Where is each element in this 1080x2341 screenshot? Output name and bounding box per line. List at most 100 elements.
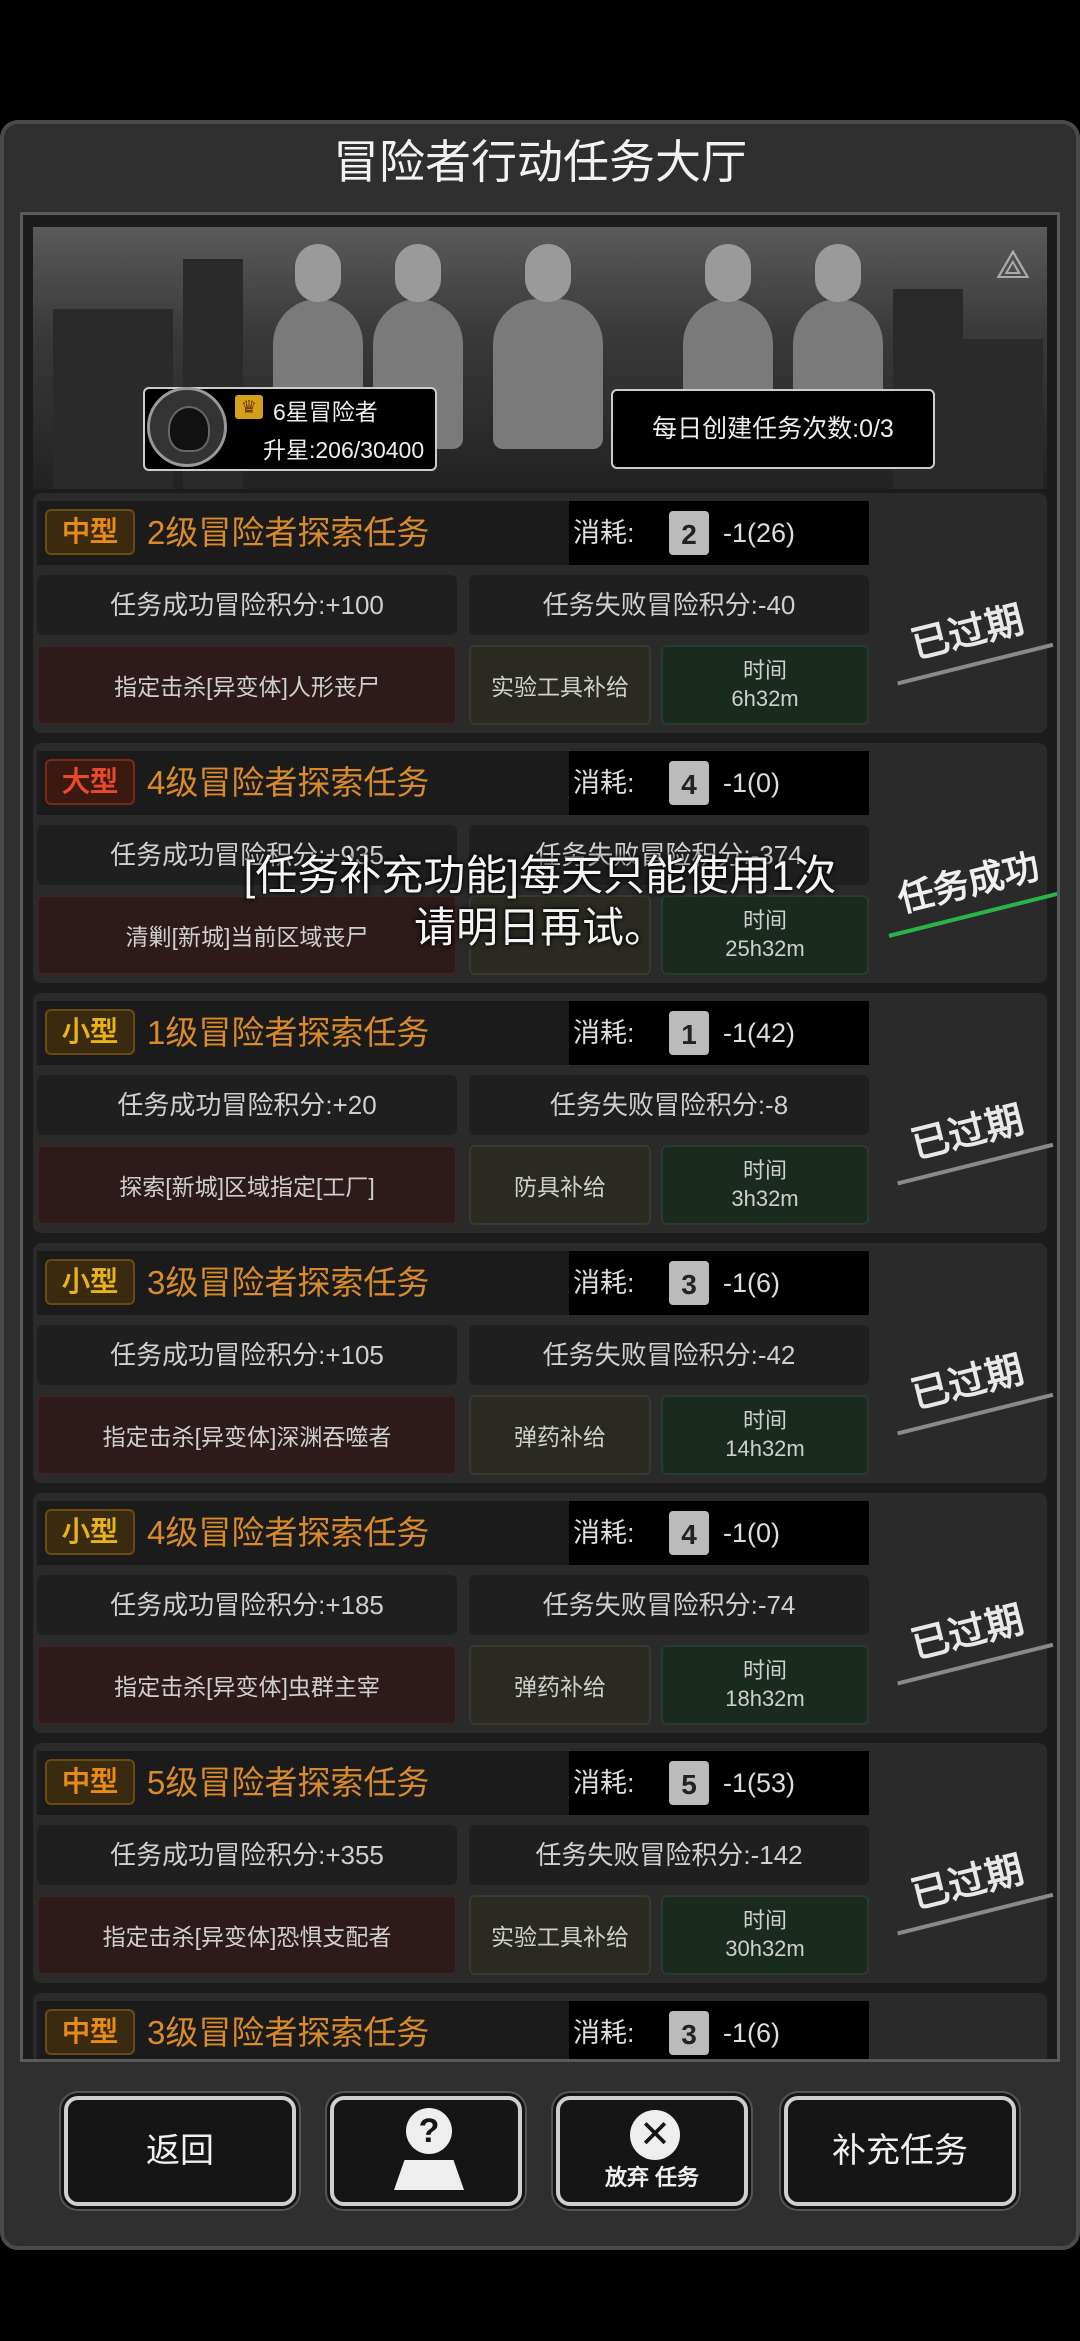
supplement-task-button[interactable]: 补充任务 bbox=[784, 2096, 1016, 2206]
back-button[interactable]: 返回 bbox=[64, 2096, 296, 2206]
size-tag: 中型 bbox=[45, 2009, 135, 2055]
close-circle-icon: ✕ bbox=[630, 2110, 680, 2160]
abandon-label: 放弃 任务 bbox=[604, 2165, 700, 2190]
fail-points: 任务失败冒险积分:-40 bbox=[469, 575, 869, 635]
status-stamp: 已过期 bbox=[882, 584, 1054, 686]
level-card-icon: 2 bbox=[669, 511, 709, 555]
size-tag: 小型 bbox=[45, 1259, 135, 1305]
daily-count-panel: 每日创建任务次数:0/3 bbox=[611, 389, 935, 469]
task-list-frame[interactable]: ⟁ ♛ 6星冒险者 升星:206/30400 每日创建任务次数:0/3 中型 2… bbox=[20, 212, 1060, 2062]
level-card-icon: 3 bbox=[669, 2011, 709, 2055]
level-card-icon: 4 bbox=[669, 761, 709, 805]
success-points: 任务成功冒险积分:+100 bbox=[37, 575, 457, 635]
help-map-icon: ? bbox=[394, 2108, 464, 2194]
rank-title: 6星冒险者 bbox=[273, 399, 378, 425]
task-title: 2级冒险者探索任务 bbox=[147, 514, 430, 551]
task-title: 3级冒险者探索任务 bbox=[147, 2014, 430, 2051]
size-tag: 中型 bbox=[45, 1759, 135, 1805]
cost-label: 消耗: bbox=[573, 1518, 635, 1548]
cost-label: 消耗: bbox=[573, 1018, 635, 1048]
toast-line: [任务补充功能]每天只能使用1次 bbox=[243, 852, 837, 899]
task-supply: 弹药补给 bbox=[469, 1395, 651, 1475]
size-tag: 小型 bbox=[45, 1009, 135, 1055]
task-title: 4级冒险者探索任务 bbox=[147, 1514, 430, 1551]
toast-message: [任务补充功能]每天只能使用1次 请明日再试。 bbox=[0, 850, 1080, 954]
cost-value: -1(0) bbox=[723, 768, 781, 798]
task-title: 1级冒险者探索任务 bbox=[147, 1014, 430, 1051]
task-goal: 指定击杀[异变体]恐惧支配者 bbox=[37, 1895, 457, 1975]
task-supply: 实验工具补给 bbox=[469, 645, 651, 725]
fail-points: 任务失败冒险积分:-8 bbox=[469, 1075, 869, 1135]
task-supply: 防具补给 bbox=[469, 1145, 651, 1225]
page-title: 冒险者行动任务大厅 bbox=[333, 136, 747, 188]
task-goal: 指定击杀[异变体]深渊吞噬者 bbox=[37, 1395, 457, 1475]
rank-panel: ♛ 6星冒险者 升星:206/30400 bbox=[143, 387, 437, 471]
status-stamp: 已过期 bbox=[882, 1584, 1054, 1686]
abandon-task-button[interactable]: ✕ 放弃 任务 bbox=[556, 2096, 748, 2206]
success-points: 任务成功冒险积分:+105 bbox=[37, 1325, 457, 1385]
character-figure bbox=[493, 244, 603, 449]
task-title: 3级冒险者探索任务 bbox=[147, 1264, 430, 1301]
task-title: 4级冒险者探索任务 bbox=[147, 764, 430, 801]
task-header: 小型 1级冒险者探索任务 消耗: 1 -1(42) bbox=[37, 1001, 869, 1065]
task-card[interactable]: 小型 1级冒险者探索任务 消耗: 1 -1(42) 任务成功冒险积分:+20 任… bbox=[33, 993, 1054, 1233]
emblem-icon: ⟁ bbox=[995, 243, 1031, 287]
status-stamp: 已过期 bbox=[882, 1084, 1054, 1186]
task-supply: 实验工具补给 bbox=[469, 1895, 651, 1975]
task-card[interactable]: 中型 3级冒险者探索任务 消耗: 3 -1(6) bbox=[33, 1993, 1047, 2059]
task-title: 5级冒险者探索任务 bbox=[147, 1764, 430, 1801]
size-tag: 大型 bbox=[45, 759, 135, 805]
success-points: 任务成功冒险积分:+20 bbox=[37, 1075, 457, 1135]
task-goal: 指定击杀[异变体]虫群主宰 bbox=[37, 1645, 457, 1725]
status-stamp: 已过期 bbox=[882, 1334, 1054, 1436]
fail-points: 任务失败冒险积分:-74 bbox=[469, 1575, 869, 1635]
task-header: 中型 2级冒险者探索任务 消耗: 2 -1(26) bbox=[37, 501, 869, 565]
level-card-icon: 3 bbox=[669, 1261, 709, 1305]
level-card-icon: 1 bbox=[669, 1011, 709, 1055]
fail-points: 任务失败冒险积分:-142 bbox=[469, 1825, 869, 1885]
task-card[interactable]: 中型 2级冒险者探索任务 消耗: 2 -1(26) 任务成功冒险积分:+100 … bbox=[33, 493, 1054, 733]
task-card[interactable]: 小型 4级冒险者探索任务 消耗: 4 -1(0) 任务成功冒险积分:+185 任… bbox=[33, 1493, 1054, 1733]
task-time: 时间 18h32m bbox=[661, 1645, 869, 1725]
status-stamp: 已过期 bbox=[882, 1834, 1054, 1936]
cost-value: -1(53) bbox=[723, 1768, 796, 1798]
task-time: 时间 30h32m bbox=[661, 1895, 869, 1975]
avatar bbox=[147, 387, 227, 467]
cost-label: 消耗: bbox=[573, 518, 635, 548]
cost-value: -1(42) bbox=[723, 1018, 796, 1048]
task-goal: 探索[新城]区域指定[工厂] bbox=[37, 1145, 457, 1225]
task-header: 中型 5级冒险者探索任务 消耗: 5 -1(53) bbox=[37, 1751, 869, 1815]
task-card[interactable]: 小型 3级冒险者探索任务 消耗: 3 -1(6) 任务成功冒险积分:+105 任… bbox=[33, 1243, 1054, 1483]
level-card-icon: 4 bbox=[669, 1511, 709, 1555]
task-time: 时间 14h32m bbox=[661, 1395, 869, 1475]
help-button[interactable]: ? bbox=[330, 2096, 522, 2206]
cost-value: -1(6) bbox=[723, 1268, 781, 1298]
daily-count-text: 每日创建任务次数:0/3 bbox=[652, 415, 894, 443]
cost-label: 消耗: bbox=[573, 2018, 635, 2048]
task-card[interactable]: 中型 5级冒险者探索任务 消耗: 5 -1(53) 任务成功冒险积分:+355 … bbox=[33, 1743, 1054, 1983]
cost-value: -1(26) bbox=[723, 518, 796, 548]
task-header: 小型 3级冒险者探索任务 消耗: 3 -1(6) bbox=[37, 1251, 869, 1315]
cost-label: 消耗: bbox=[573, 1768, 635, 1798]
success-points: 任务成功冒险积分:+185 bbox=[37, 1575, 457, 1635]
cost-label: 消耗: bbox=[573, 1268, 635, 1298]
building-silhouette bbox=[963, 339, 1043, 489]
cost-value: -1(6) bbox=[723, 2018, 781, 2048]
task-time: 时间 6h32m bbox=[661, 645, 869, 725]
cost-label: 消耗: bbox=[573, 768, 635, 798]
success-points: 任务成功冒险积分:+355 bbox=[37, 1825, 457, 1885]
fail-points: 任务失败冒险积分:-42 bbox=[469, 1325, 869, 1385]
task-supply: 弹药补给 bbox=[469, 1645, 651, 1725]
task-goal: 指定击杀[异变体]人形丧尸 bbox=[37, 645, 457, 725]
task-header: 小型 4级冒险者探索任务 消耗: 4 -1(0) bbox=[37, 1501, 869, 1565]
bottom-toolbar: 返回 ? ✕ 放弃 任务 补充任务 bbox=[20, 2066, 1060, 2236]
level-card-icon: 5 bbox=[669, 1761, 709, 1805]
size-tag: 小型 bbox=[45, 1509, 135, 1555]
size-tag: 中型 bbox=[45, 509, 135, 555]
task-time: 时间 3h32m bbox=[661, 1145, 869, 1225]
banner-image: ⟁ ♛ 6星冒险者 升星:206/30400 每日创建任务次数:0/3 bbox=[33, 227, 1047, 489]
rank-progress: 升星:206/30400 bbox=[263, 437, 425, 463]
task-header: 中型 3级冒险者探索任务 消耗: 3 -1(6) bbox=[37, 2001, 869, 2059]
crown-icon: ♛ bbox=[235, 395, 263, 419]
cost-value: -1(0) bbox=[723, 1518, 781, 1548]
